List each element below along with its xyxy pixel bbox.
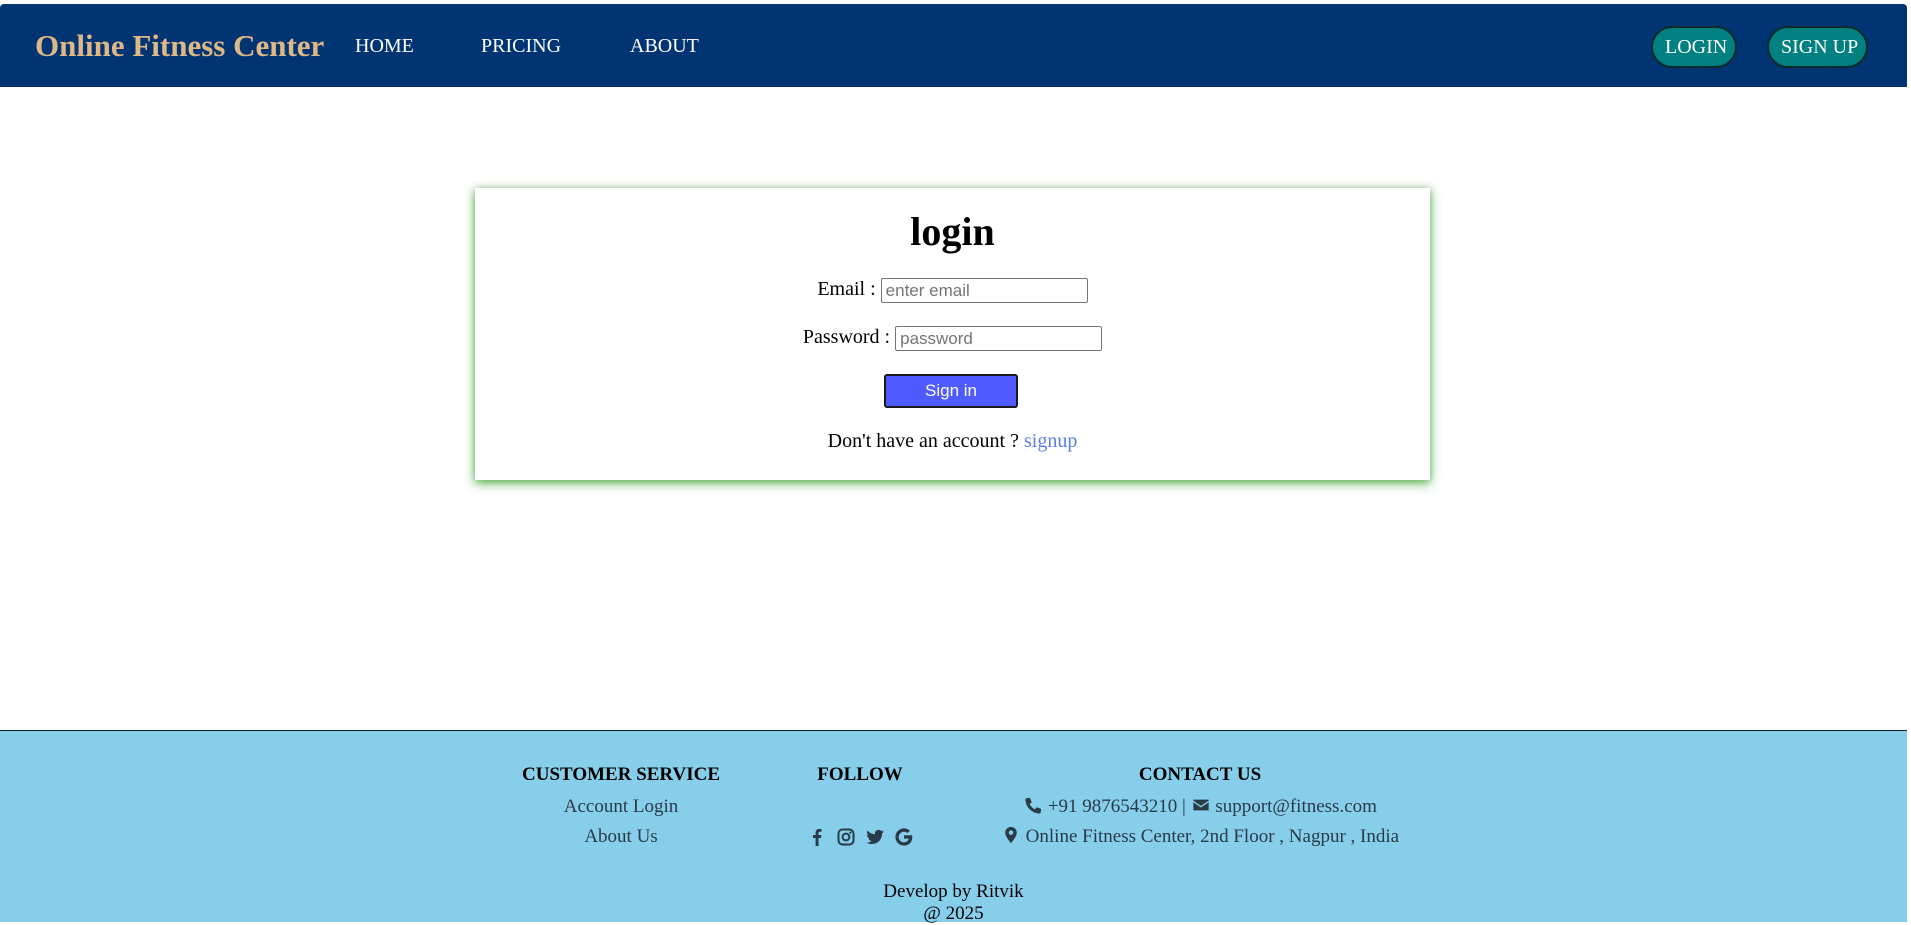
envelope-icon — [1192, 799, 1209, 811]
signup-prompt: Don't have an account ? signup — [475, 430, 1430, 453]
customer-service-column: CUSTOMER SERVICE Account Login About Us — [510, 764, 732, 852]
brand-logo[interactable]: Online Fitness Center — [35, 28, 324, 64]
contact-column: CONTACT US +91 9876543210 | support@fitn… — [980, 764, 1420, 852]
login-title: login — [910, 209, 995, 254]
signup-link[interactable]: signup — [1024, 430, 1077, 452]
contact-separator: | — [1182, 796, 1186, 817]
contact-address-line: Online Fitness Center, 2nd Floor , Nagpu… — [980, 822, 1420, 852]
email-row: Email : — [475, 278, 1430, 303]
nav-home-link[interactable]: HOME — [355, 35, 414, 58]
header-login-button[interactable]: LOGIN — [1651, 26, 1737, 68]
google-icon[interactable] — [894, 827, 914, 847]
login-card: login Email : Password : Sign in Don't h… — [475, 188, 1430, 480]
no-account-text: Don't have an account ? — [827, 430, 1019, 452]
contact-address: Online Fitness Center, 2nd Floor , Nagpu… — [1025, 826, 1400, 847]
contact-phone: +91 9876543210 — [1047, 796, 1178, 817]
header-signup-button[interactable]: SIGN UP — [1767, 26, 1868, 68]
sign-in-button[interactable]: Sign in — [884, 374, 1018, 408]
instagram-icon[interactable] — [836, 827, 856, 847]
twitter-icon[interactable] — [865, 827, 885, 847]
contact-phone-email-line: +91 9876543210 | support@fitness.com — [980, 792, 1420, 822]
nav-pricing-link[interactable]: PRICING — [481, 35, 561, 58]
contact-heading: CONTACT US — [1138, 764, 1262, 785]
customer-service-heading: CUSTOMER SERVICE — [522, 764, 720, 785]
facebook-icon[interactable] — [807, 827, 827, 847]
contact-email[interactable]: support@fitness.com — [1215, 796, 1377, 817]
follow-heading: FOLLOW — [817, 764, 903, 785]
password-input[interactable] — [895, 326, 1103, 351]
nav-about-link[interactable]: ABOUT — [630, 35, 699, 58]
follow-spacer — [795, 792, 925, 822]
social-icons — [795, 822, 925, 852]
footer: CUSTOMER SERVICE Account Login About Us … — [0, 730, 1907, 924]
password-label: Password : — [802, 326, 891, 349]
email-input[interactable] — [880, 278, 1088, 303]
email-label: Email : — [817, 278, 876, 301]
developer-credit: Develop by Ritvik — [883, 881, 1024, 902]
password-row: Password : — [475, 326, 1430, 351]
phone-icon — [1025, 797, 1042, 814]
follow-column: FOLLOW — [795, 764, 925, 852]
map-marker-icon — [1005, 826, 1017, 844]
navbar: Online Fitness Center HOME PRICING ABOUT… — [0, 4, 1907, 87]
account-login-link[interactable]: Account Login — [510, 792, 732, 822]
about-us-link[interactable]: About Us — [510, 822, 732, 852]
